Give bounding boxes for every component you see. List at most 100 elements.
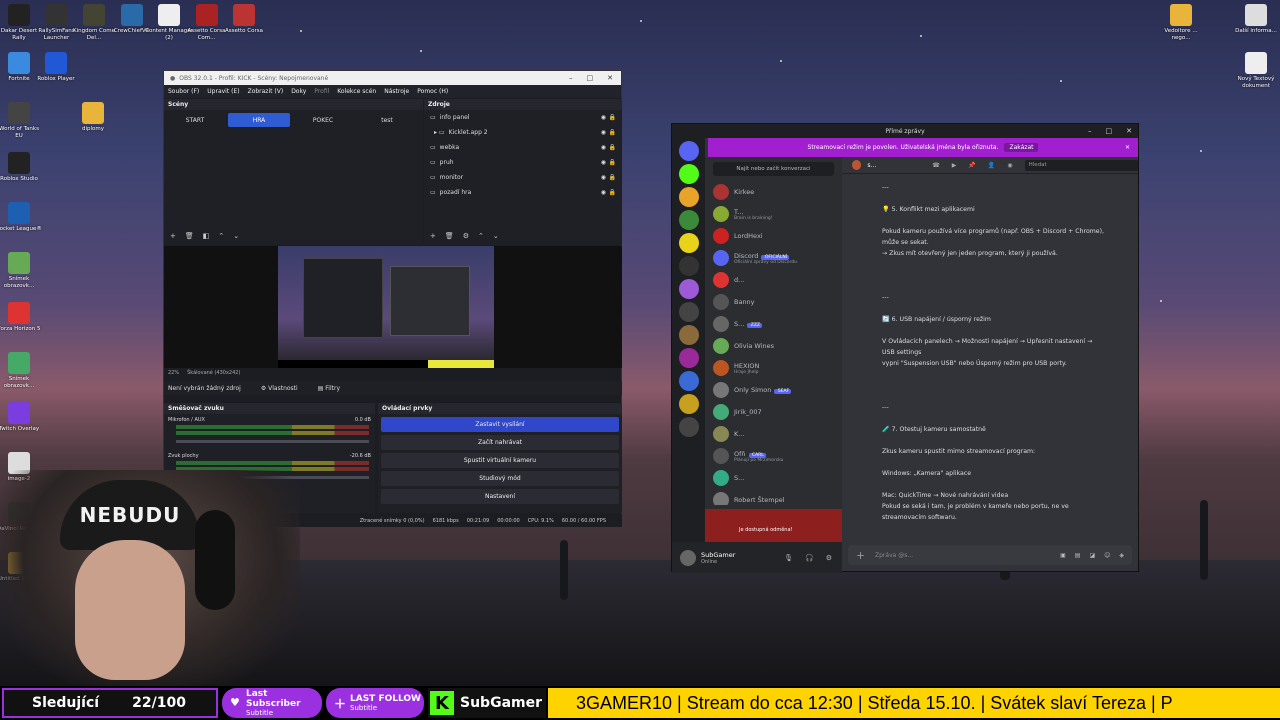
dm-item[interactable]: Robert Štempel — [705, 489, 842, 505]
up-icon[interactable]: ⌃ — [218, 232, 224, 240]
desktop-icon[interactable]: Roblox Player — [32, 52, 80, 83]
down-icon[interactable]: ⌄ — [493, 232, 499, 240]
lock-icon[interactable]: 🔒 — [609, 174, 616, 181]
server-icon[interactable] — [678, 256, 699, 276]
desktop-icon[interactable]: Snímek obrazovk... — [0, 252, 43, 290]
down-icon[interactable]: ⌄ — [233, 232, 239, 240]
trash-icon[interactable]: 🗑 — [445, 232, 454, 240]
dm-item[interactable]: K... — [705, 423, 842, 445]
dm-item[interactable]: Jirik_007 — [705, 401, 842, 423]
source-item[interactable]: ▭ pruh ◉ 🔒 — [424, 155, 622, 170]
desktop-icon[interactable]: diplomy — [69, 102, 117, 133]
source-item[interactable]: ▭ info panel ◉ 🔒 — [424, 110, 622, 125]
up-icon[interactable]: ⌃ — [478, 232, 484, 240]
profile-icon[interactable]: ◉ — [1007, 162, 1012, 169]
menu-view[interactable]: Zobrazit (V) — [248, 88, 284, 95]
dm-item[interactable]: Kirkee — [705, 181, 842, 203]
gif-icon[interactable]: ▤ — [1075, 552, 1081, 559]
sticker-icon[interactable]: ◪ — [1089, 552, 1095, 559]
dm-item[interactable]: Ofň CARL Plánuji po Mrzimorsku — [705, 445, 842, 467]
dm-item[interactable]: Banny — [705, 291, 842, 313]
desktop-icon[interactable]: Nový Textový dokument — [1232, 52, 1280, 90]
menu-profile[interactable]: Profil — [314, 88, 329, 95]
search-input[interactable]: Hledat — [1024, 159, 1138, 171]
gift-icon[interactable]: ▣ — [1060, 552, 1066, 559]
desktop-icon[interactable]: Twitch Overlay — [0, 402, 43, 433]
source-item[interactable]: ▭ pozadí hra ◉ 🔒 — [424, 185, 622, 200]
desktop-icon[interactable]: Rocket League® — [0, 202, 43, 233]
server-icon[interactable] — [678, 233, 699, 253]
call-icon[interactable]: ☎ — [932, 162, 939, 169]
dm-item[interactable]: T... Brain is braining! — [705, 203, 842, 225]
filters-button[interactable]: ▤ Filtry — [318, 385, 340, 392]
close-button[interactable]: ✕ — [607, 74, 613, 82]
eye-icon[interactable]: ◉ — [601, 174, 606, 181]
eye-icon[interactable]: ◉ — [601, 114, 606, 121]
server-icon[interactable] — [678, 417, 699, 437]
start-recording-button[interactable]: Začít nahrávat — [381, 435, 619, 450]
desktop-icon[interactable]: Vedoitore ... nego... — [1157, 4, 1205, 42]
filter-icon[interactable]: ◧ — [203, 232, 210, 240]
virtual-camera-button[interactable]: Spustit virtuální kameru — [381, 453, 619, 468]
lock-icon[interactable]: 🔒 — [609, 144, 616, 151]
emoji-icon[interactable]: ☺ — [1104, 552, 1110, 559]
scene-start[interactable]: START — [164, 113, 226, 127]
eye-icon[interactable]: ◉ — [601, 189, 606, 196]
add-icon[interactable]: + — [170, 232, 176, 240]
voice-panel[interactable]: Je dostupná odměna! — [705, 509, 842, 542]
lock-icon[interactable]: 🔒 — [609, 189, 616, 196]
server-icon[interactable] — [678, 187, 699, 207]
maximize-button[interactable]: □ — [1106, 127, 1113, 135]
server-icon[interactable] — [678, 302, 699, 322]
maximize-button[interactable]: □ — [587, 74, 594, 82]
gear-icon[interactable]: ⚙ — [463, 232, 469, 240]
discord-home-icon[interactable] — [678, 141, 699, 161]
preview-area[interactable]: 22% Škálované (430x242) — [164, 246, 622, 376]
pin-icon[interactable]: 📌 — [968, 162, 975, 169]
dm-item[interactable]: Only Simon SEAF — [705, 379, 842, 401]
menu-tools[interactable]: Nástroje — [384, 88, 409, 95]
add-friend-icon[interactable]: 👤 — [988, 162, 995, 169]
desktop-icon[interactable]: Roblox Studio — [0, 152, 43, 183]
studio-mode-button[interactable]: Studiový mód — [381, 471, 619, 486]
properties-button[interactable]: ⚙ Vlastnosti — [261, 385, 298, 392]
source-item[interactable]: ▸ ▭ Kicklet.app 2 ◉ 🔒 — [424, 125, 622, 140]
menu-edit[interactable]: Upravit (E) — [207, 88, 239, 95]
desktop-icon[interactable]: Assetto Corsa — [220, 4, 268, 35]
settings-button[interactable]: Nastavení — [381, 489, 619, 504]
dm-item[interactable]: LordHexi — [705, 225, 842, 247]
eye-icon[interactable]: ◉ — [601, 129, 606, 136]
server-icon[interactable] — [678, 348, 699, 368]
minimize-button[interactable]: – — [1088, 127, 1092, 135]
lock-icon[interactable]: 🔒 — [609, 129, 616, 136]
trash-icon[interactable]: 🗑 — [185, 232, 194, 240]
video-icon[interactable]: ▶ — [952, 162, 957, 169]
eye-icon[interactable]: ◉ — [601, 159, 606, 166]
menu-help[interactable]: Pomoc (H) — [417, 88, 448, 95]
message-input[interactable]: ＋ Zpráva @s... ▣ ▤ ◪ ☺ ◈ — [848, 545, 1132, 565]
server-icon[interactable] — [678, 325, 699, 345]
server-icon[interactable] — [678, 279, 699, 299]
menu-docks[interactable]: Doky — [291, 88, 306, 95]
scene-hra[interactable]: HRA — [228, 113, 290, 127]
close-button[interactable]: ✕ — [1126, 127, 1132, 135]
desktop-icon[interactable]: Snímek obrazovk... — [0, 352, 43, 390]
stop-streaming-button[interactable]: Zastavit vysílání — [381, 417, 619, 432]
scene-test[interactable]: test — [356, 113, 418, 127]
menu-scene-collection[interactable]: Kolekce scén — [337, 88, 376, 95]
server-icon[interactable] — [678, 394, 699, 414]
scene-pokec[interactable]: POKEC — [292, 113, 354, 127]
close-icon[interactable]: ✕ — [1125, 144, 1130, 151]
avatar[interactable] — [680, 549, 696, 566]
find-conversation-input[interactable]: Najít nebo začít konverzaci — [713, 162, 834, 176]
dm-item[interactable]: d... — [705, 269, 842, 291]
apps-icon[interactable]: ◈ — [1119, 552, 1124, 559]
dm-item[interactable]: S... — [705, 467, 842, 489]
server-icon[interactable] — [678, 371, 699, 391]
menu-file[interactable]: Soubor (F) — [168, 88, 199, 95]
add-icon[interactable]: + — [430, 232, 436, 240]
desktop-icon[interactable]: Forza Horizon 5 — [0, 302, 43, 333]
minimize-button[interactable]: – — [569, 74, 573, 82]
server-icon[interactable] — [678, 210, 699, 230]
server-icon[interactable] — [678, 164, 699, 184]
